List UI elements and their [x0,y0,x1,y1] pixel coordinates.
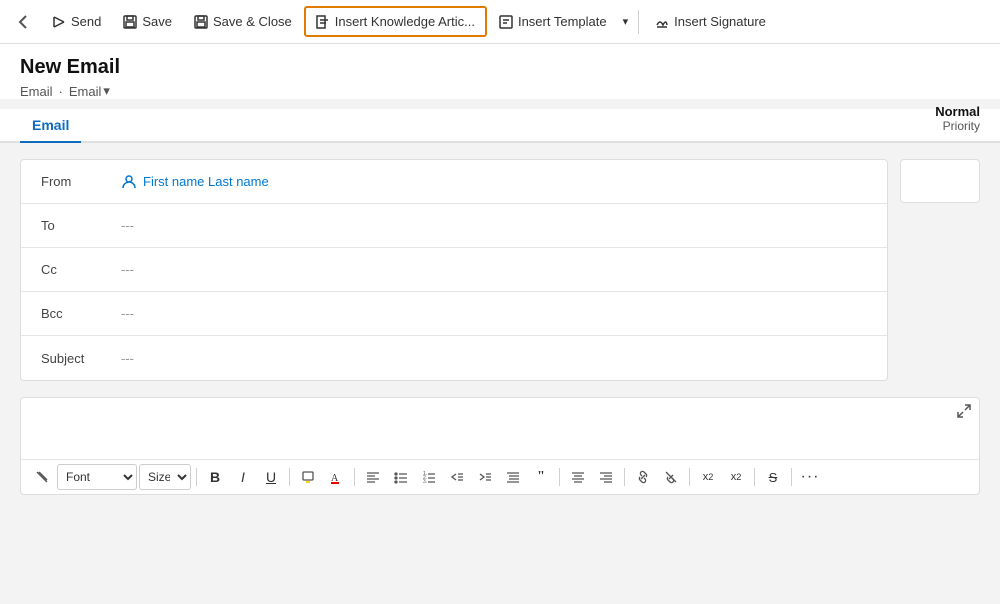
from-value[interactable]: First name Last name [121,174,269,190]
dot-separator: · [59,84,63,99]
insert-article-button[interactable]: Insert Knowledge Artic... [304,6,487,37]
font-select[interactable]: Font [57,464,137,490]
priority-sub: Priority [935,119,980,133]
italic-button[interactable]: I [230,464,256,490]
send-label: Send [71,14,101,29]
person-icon [121,174,137,190]
main-content: From First name Last name To --- Cc --- … [0,143,1000,397]
save-label: Save [142,14,172,29]
insert-signature-label: Insert Signature [674,14,766,29]
from-row: From First name Last name [21,160,887,204]
underline-button[interactable]: U [258,464,284,490]
chevron-down-icon: ▾ [623,15,629,28]
font-color-button[interactable]: A [323,464,349,490]
email-form: From First name Last name To --- Cc --- … [20,159,888,381]
insert-template-button[interactable]: Insert Template [489,8,617,35]
editor-toolbar: Font Size B I U [21,459,979,494]
align-right-button[interactable] [593,464,619,490]
bcc-row: Bcc --- [21,292,887,336]
strikethrough-button[interactable]: S [760,464,786,490]
subject-value[interactable]: --- [121,351,134,366]
insert-template-label: Insert Template [518,14,607,29]
toolbar-divider-6 [689,468,690,486]
tab-email[interactable]: Email [20,109,81,143]
bcc-label: Bcc [41,306,121,321]
indent-increase-button[interactable] [472,464,498,490]
highlight-button[interactable] [295,464,321,490]
more-button[interactable]: ··· [797,464,823,490]
unlink-button[interactable] [658,464,684,490]
toolbar-divider-1 [196,468,197,486]
size-select[interactable]: Size [139,464,191,490]
priority-area: Normal Priority [935,104,980,133]
template-dropdown-button[interactable]: ▾ [619,9,633,34]
toolbar-divider-8 [791,468,792,486]
link-button[interactable] [630,464,656,490]
toolbar-divider-2 [289,468,290,486]
align-center-button[interactable] [565,464,591,490]
type-dropdown-value: Email [69,84,102,99]
editor-body[interactable] [21,429,979,459]
superscript-button[interactable]: x2 [695,464,721,490]
list-number-button[interactable]: 1. 2. 3. [416,464,442,490]
type-label: Email [20,84,53,99]
back-button[interactable] [8,6,40,38]
svg-text:3.: 3. [423,479,427,484]
list-bullet-button[interactable] [388,464,414,490]
toolbar-divider-4 [559,468,560,486]
quote-button[interactable]: " [528,464,554,490]
save-close-label: Save & Close [213,14,292,29]
to-row: To --- [21,204,887,248]
subscript-button[interactable]: x2 [723,464,749,490]
cc-value[interactable]: --- [121,262,134,277]
clear-formatting-button[interactable] [29,464,55,490]
chevron-down-icon: ▾ [103,83,110,99]
toolbar-divider-5 [624,468,625,486]
type-dropdown[interactable]: Email ▾ [69,83,110,99]
editor-expand-row [21,398,979,429]
save-close-button[interactable]: Save & Close [184,8,302,35]
indent-decrease-button[interactable] [444,464,470,490]
subject-label: Subject [41,351,121,366]
from-label: From [41,174,121,189]
toolbar-divider-7 [754,468,755,486]
insert-article-label: Insert Knowledge Artic... [335,14,475,29]
page-title: New Email [20,56,980,79]
right-panel [900,159,980,381]
send-button[interactable]: Send [42,8,111,35]
subject-row: Subject --- [21,336,887,380]
decrease-indent2-button[interactable] [500,464,526,490]
toolbar-divider-3 [354,468,355,486]
toolbar-divider [638,10,639,34]
right-panel-box [900,159,980,203]
editor-area: Font Size B I U [20,397,980,495]
priority-label: Normal [935,104,980,119]
save-button[interactable]: Save [113,8,182,35]
align-left-button[interactable] [360,464,386,490]
cc-label: Cc [41,262,121,277]
tab-bar: Email [0,109,1000,143]
insert-signature-button[interactable]: Insert Signature [645,8,776,35]
cc-row: Cc --- [21,248,887,292]
bcc-value[interactable]: --- [121,306,134,321]
bold-button[interactable]: B [202,464,228,490]
to-label: To [41,218,121,233]
expand-button[interactable] [957,404,971,423]
to-value[interactable]: --- [121,218,134,233]
